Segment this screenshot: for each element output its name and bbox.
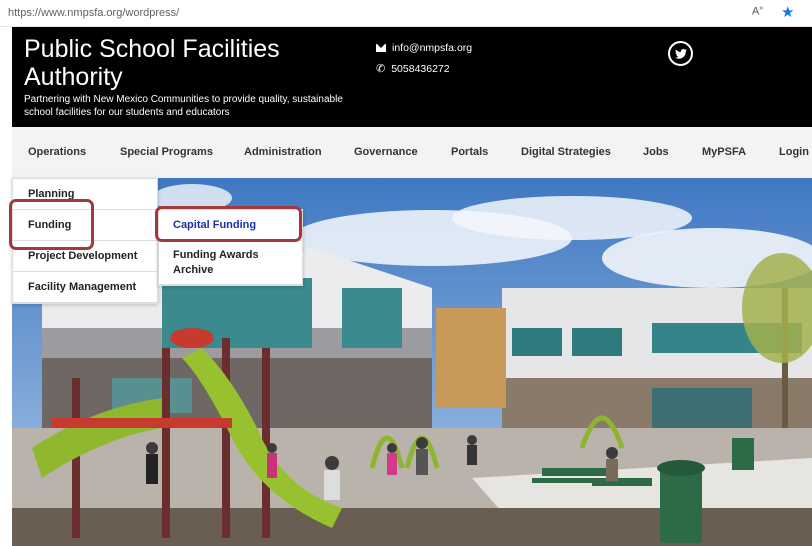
submenu-item-funding-awards-archive[interactable]: Funding Awards Archive [159,241,302,285]
email-link[interactable]: info@nmpsfa.org [392,42,472,54]
twitter-button[interactable] [668,41,693,66]
highlight-capital-funding [155,206,302,242]
favorite-star-icon[interactable]: ★ [781,3,794,21]
phone-number: 5058436272 [391,62,450,75]
mail-icon [376,43,386,52]
reader-view-icon[interactable]: A» [752,5,763,18]
phone-icon: ✆ [376,63,386,75]
dropdown-item-facility-management[interactable]: Facility Management [13,272,157,303]
submenu-item-label: Funding Awards Archive [173,248,259,276]
browser-address-bar[interactable]: https://www.nmpsfa.org/wordpress/ A» ★ [0,0,812,27]
url-text[interactable]: https://www.nmpsfa.org/wordpress/ [8,7,179,19]
nav-digital-strategies[interactable]: Digital Strategies [521,146,611,158]
nav-jobs[interactable]: Jobs [643,146,669,158]
nav-mypsfa[interactable]: MyPSFA [702,146,746,158]
nav-login[interactable]: Login [779,146,809,158]
site-tagline: Partnering with New Mexico Communities t… [24,94,343,118]
contact-info: info@nmpsfa.org ✆ 5058436272 [376,37,472,79]
main-nav: Operations Special Programs Administrati… [12,127,812,178]
nav-special-programs[interactable]: Special Programs [120,146,213,158]
nav-portals[interactable]: Portals [451,146,488,158]
twitter-icon [674,48,687,59]
nav-operations[interactable]: Operations [28,146,86,158]
site-header: Public School Facilities Authority Partn… [12,27,812,127]
nav-administration[interactable]: Administration [244,146,322,158]
nav-governance[interactable]: Governance [354,146,418,158]
site-title[interactable]: Public School Facilities Authority [24,35,324,91]
highlight-funding [9,199,94,250]
